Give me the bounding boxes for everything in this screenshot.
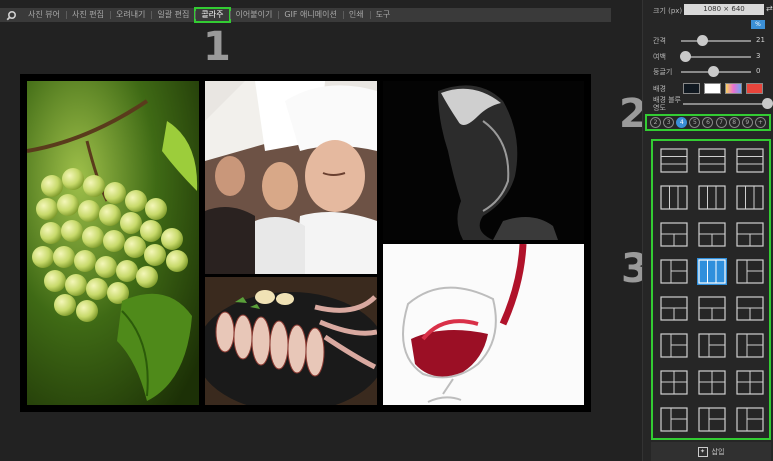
layout-template[interactable]: [659, 406, 689, 433]
layout-template[interactable]: [735, 369, 765, 396]
size-input[interactable]: 1080 × 640: [684, 4, 764, 15]
layout-template[interactable]: [659, 184, 689, 211]
collage-cell-wine[interactable]: [383, 244, 584, 405]
tab-collage[interactable]: 콜라주: [194, 7, 231, 23]
layout-template[interactable]: [697, 332, 727, 359]
tab-cutout[interactable]: 오려내기: [109, 8, 151, 22]
layout-template[interactable]: [735, 147, 765, 174]
image-count-selector: 2 3 4 5 6 7 8 9 +: [645, 114, 771, 131]
insert-icon: ✦: [697, 446, 708, 457]
spacing-slider-knob[interactable]: [697, 35, 708, 46]
margin-value: 3: [756, 52, 761, 60]
layout-template[interactable]: [697, 295, 727, 322]
layout-template[interactable]: [659, 147, 689, 174]
margin-slider-knob[interactable]: [679, 51, 691, 62]
count-option-7[interactable]: 7: [715, 117, 727, 128]
swatch-gradient[interactable]: [725, 83, 742, 94]
layout-template[interactable]: [697, 258, 727, 285]
count-option-4[interactable]: 4: [676, 117, 688, 128]
spacing-slider-track[interactable]: [681, 40, 751, 42]
tab-photo-edit[interactable]: 사진 편집: [65, 8, 110, 22]
count-option-9[interactable]: 9: [741, 117, 753, 128]
tab-batch-edit[interactable]: 일괄 편집: [151, 8, 195, 22]
layout-template[interactable]: [697, 369, 727, 396]
layout-template[interactable]: [735, 295, 765, 322]
count-option-8[interactable]: 8: [728, 117, 740, 128]
insert-button[interactable]: ✦ 삽입: [651, 442, 771, 461]
magnifier-logo-icon[interactable]: [0, 8, 22, 22]
layout-template[interactable]: [697, 221, 727, 248]
blur-slider-knob[interactable]: [762, 98, 773, 109]
blur-slider-track[interactable]: [683, 103, 769, 105]
layout-template[interactable]: [735, 332, 765, 359]
tab-gif-animation[interactable]: GIF 애니메이션: [278, 8, 343, 22]
swatch-white[interactable]: [704, 83, 721, 94]
layout-template[interactable]: [697, 184, 727, 211]
layout-template[interactable]: [735, 258, 765, 285]
collage-canvas[interactable]: [20, 74, 591, 412]
collage-cell-chefs[interactable]: [205, 81, 377, 274]
tab-tools[interactable]: 도구: [369, 8, 397, 22]
swatch-red[interactable]: [746, 83, 763, 94]
layout-template[interactable]: [735, 406, 765, 433]
layout-template[interactable]: [697, 406, 727, 433]
layout-template-grid: [651, 139, 771, 440]
top-menu-bar: 사진 뷰어 사진 편집 오려내기 일괄 편집 콜라주 이어붙이기 GIF 애니메…: [0, 7, 611, 23]
swap-icon[interactable]: ⇄: [766, 4, 773, 13]
tab-combine[interactable]: 이어붙이기: [229, 8, 279, 22]
background-label: 배경: [653, 85, 666, 93]
percent-toggle[interactable]: %: [751, 20, 765, 29]
count-option-2[interactable]: 2: [650, 117, 662, 128]
layout-template[interactable]: [697, 147, 727, 174]
collage-cell-grapes[interactable]: [27, 81, 199, 405]
blur-label: 배경 블루영도: [653, 96, 681, 112]
count-option-3[interactable]: 3: [663, 117, 675, 128]
size-label: 크기 (px): [653, 7, 683, 15]
collage-cell-portrait[interactable]: [383, 81, 584, 240]
count-option-6[interactable]: 6: [702, 117, 714, 128]
round-slider-knob[interactable]: [707, 66, 719, 77]
margin-slider-track[interactable]: [681, 56, 751, 58]
tab-print[interactable]: 인쇄: [342, 8, 370, 22]
round-label: 둥글기: [653, 68, 673, 76]
collage-cell-squid[interactable]: [205, 277, 377, 405]
layout-template[interactable]: [659, 221, 689, 248]
count-option-+[interactable]: +: [754, 117, 766, 128]
insert-label: 삽입: [711, 447, 725, 456]
swatch-dark[interactable]: [683, 83, 700, 94]
round-value: 0: [756, 67, 761, 75]
layout-template[interactable]: [659, 295, 689, 322]
layout-template[interactable]: [659, 258, 689, 285]
layout-template[interactable]: [659, 332, 689, 359]
spacing-label: 간격: [653, 37, 666, 45]
margin-label: 여백: [653, 53, 666, 61]
layout-template[interactable]: [659, 369, 689, 396]
layout-template[interactable]: [735, 184, 765, 211]
tab-photo-viewer[interactable]: 사진 뷰어: [22, 8, 66, 22]
count-option-5[interactable]: 5: [689, 117, 701, 128]
spacing-value: 21: [756, 36, 765, 44]
callout-number-one: 1: [203, 24, 231, 70]
layout-template[interactable]: [735, 221, 765, 248]
